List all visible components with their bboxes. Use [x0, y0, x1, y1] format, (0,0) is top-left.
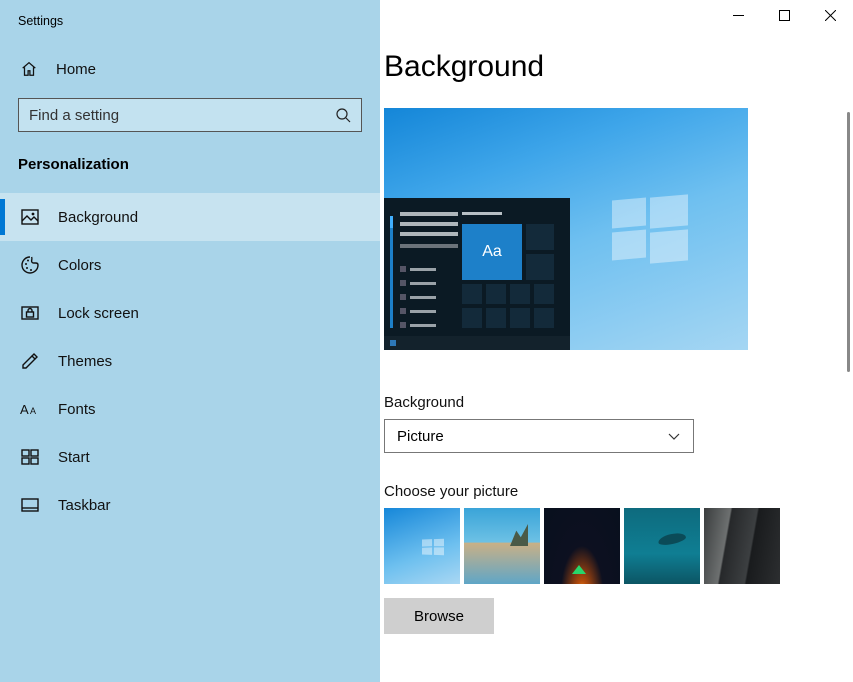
sidebar-item-themes[interactable]: Themes [0, 337, 380, 385]
search-input[interactable] [29, 107, 335, 124]
chevron-down-icon [667, 429, 681, 443]
fonts-icon: A A [20, 399, 40, 419]
browse-button-label: Browse [414, 608, 464, 625]
sidebar-item-label: Background [58, 209, 138, 226]
home-label: Home [56, 61, 96, 78]
sidebar-item-fonts[interactable]: A A Fonts [0, 385, 380, 433]
home-button[interactable]: Home [0, 50, 380, 88]
preview-sample-text: Aa [462, 224, 522, 280]
picture-thumb-4[interactable] [624, 508, 700, 584]
picture-thumbnails [384, 508, 833, 584]
sidebar-item-taskbar[interactable]: Taskbar [0, 481, 380, 529]
desktop-preview: Aa [384, 108, 748, 350]
picture-icon [20, 207, 40, 227]
background-dropdown-value: Picture [397, 428, 444, 445]
sidebar-item-label: Lock screen [58, 305, 139, 322]
start-menu-mock: Aa [384, 198, 570, 350]
scrollbar-thumb[interactable] [847, 112, 850, 372]
windows-logo-icon [612, 196, 688, 262]
section-label: Personalization [0, 142, 380, 193]
sidebar-item-label: Colors [58, 257, 101, 274]
sidebar-item-colors[interactable]: Colors [0, 241, 380, 289]
main-pane: Background [380, 0, 853, 682]
maximize-button[interactable] [761, 0, 807, 30]
themes-icon [20, 351, 40, 371]
titlebar-controls [715, 0, 853, 30]
sidebar-item-label: Taskbar [58, 497, 111, 514]
sidebar-item-label: Fonts [58, 401, 96, 418]
sidebar-item-lockscreen[interactable]: Lock screen [0, 289, 380, 337]
svg-text:A: A [20, 402, 29, 417]
picture-thumb-5[interactable] [704, 508, 780, 584]
sidebar-item-label: Start [58, 449, 90, 466]
search-box[interactable] [18, 98, 362, 132]
browse-button[interactable]: Browse [384, 598, 494, 634]
settings-window: Settings Home Personalization [0, 0, 853, 682]
background-field-label: Background [384, 394, 833, 411]
background-dropdown[interactable]: Picture [384, 419, 694, 453]
svg-text:A: A [30, 406, 36, 416]
sidebar-item-background[interactable]: Background [0, 193, 380, 241]
lockscreen-icon [20, 303, 40, 323]
sidebar-item-label: Themes [58, 353, 112, 370]
close-button[interactable] [807, 0, 853, 30]
picture-thumb-1[interactable] [384, 508, 460, 584]
home-icon [20, 60, 38, 78]
picture-thumb-2[interactable] [464, 508, 540, 584]
nav-list: Background Colors Lock [0, 193, 380, 529]
palette-icon [20, 255, 40, 275]
sidebar: Settings Home Personalization [0, 0, 380, 682]
choose-picture-label: Choose your picture [384, 483, 833, 500]
sidebar-item-start[interactable]: Start [0, 433, 380, 481]
app-title: Settings [0, 8, 380, 50]
page-title: Background [384, 50, 833, 84]
search-icon [335, 107, 351, 123]
taskbar-icon [20, 495, 40, 515]
picture-thumb-3[interactable] [544, 508, 620, 584]
minimize-button[interactable] [715, 0, 761, 30]
start-icon [20, 447, 40, 467]
